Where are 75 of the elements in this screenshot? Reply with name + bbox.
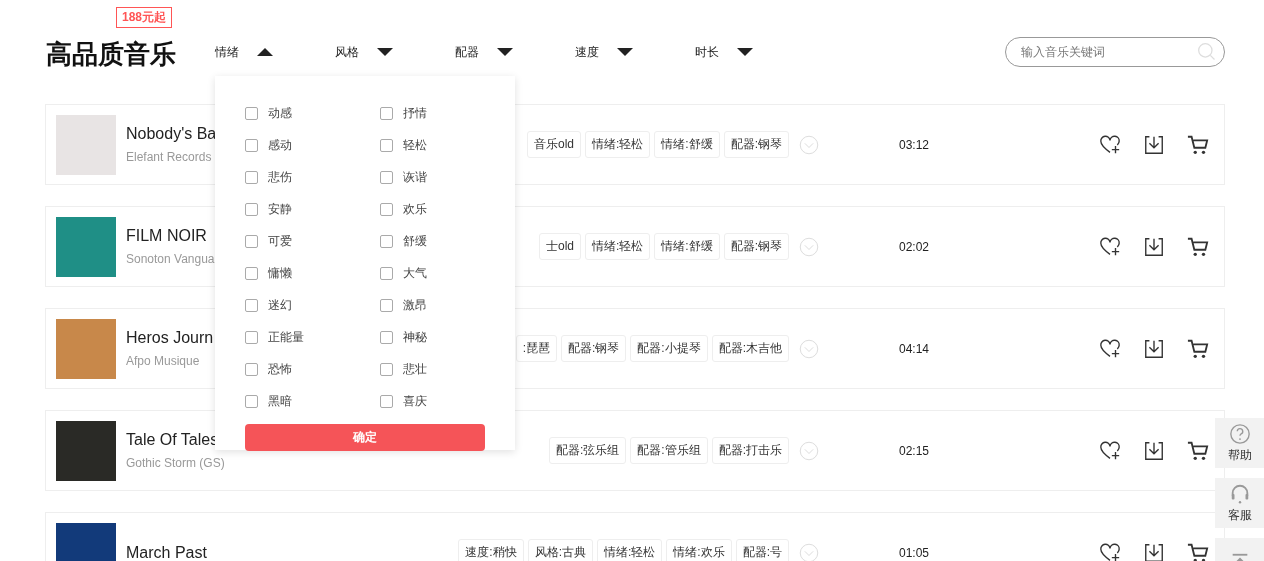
cart-icon[interactable]: [1187, 337, 1209, 360]
checkbox-option[interactable]: 轻松: [380, 136, 515, 154]
duration: 02:02: [899, 239, 931, 254]
help-icon: [1228, 422, 1251, 445]
tag[interactable]: 音乐old: [526, 131, 581, 158]
tag[interactable]: 士old: [538, 233, 581, 260]
tag[interactable]: 情绪:舒缓: [654, 233, 720, 260]
artist-name: Afpo Musique: [126, 354, 201, 368]
side-service-button[interactable]: 客服: [1215, 478, 1264, 528]
checkbox-option[interactable]: 诙谐: [380, 168, 515, 186]
checkbox-option[interactable]: 激昂: [380, 296, 515, 314]
checkbox-option[interactable]: 大气: [380, 264, 515, 282]
filter-dropdown[interactable]: 情绪: [215, 43, 335, 61]
download-icon[interactable]: [1143, 133, 1165, 156]
checkbox-option[interactable]: 正能量: [245, 328, 380, 346]
heart-plus-icon[interactable]: [1099, 337, 1121, 360]
duration: 03:12: [899, 137, 931, 152]
tag[interactable]: 情绪:轻松: [596, 539, 663, 561]
cart-icon[interactable]: [1187, 235, 1209, 258]
tag[interactable]: 情绪:欢乐: [666, 539, 732, 561]
checkbox-option[interactable]: 迷幻: [245, 296, 380, 314]
tag[interactable]: 配器:钢琴: [723, 131, 789, 158]
side-help-button[interactable]: 帮助: [1215, 418, 1264, 468]
artist-name: Gothic Storm (GS): [126, 456, 226, 470]
track-title[interactable]: March Past: [126, 543, 274, 561]
cart-icon[interactable]: [1187, 439, 1209, 462]
cart-icon[interactable]: [1187, 541, 1209, 561]
checkbox-option[interactable]: 感动: [245, 136, 380, 154]
checkbox-option[interactable]: 悲伤: [245, 168, 380, 186]
download-icon[interactable]: [1143, 439, 1165, 462]
price-badge: 188元起: [116, 6, 173, 28]
heart-plus-icon[interactable]: [1099, 235, 1121, 258]
heart-plus-icon[interactable]: [1099, 133, 1121, 156]
tag[interactable]: 配器:小提琴: [630, 335, 708, 362]
page-title: 高品质音乐: [46, 37, 177, 71]
filter-dropdown[interactable]: 配器: [455, 43, 575, 61]
filter-dropdown[interactable]: 风格: [335, 43, 455, 61]
download-icon[interactable]: [1143, 337, 1165, 360]
tag[interactable]: 风格:古典: [527, 539, 593, 561]
tag[interactable]: 情绪:轻松: [584, 233, 651, 260]
duration: 01:05: [899, 545, 931, 560]
search-field[interactable]: 输入音乐关键词: [1005, 37, 1225, 67]
tag[interactable]: 配器:钢琴: [723, 233, 789, 260]
checkbox-option[interactable]: 安静: [245, 200, 380, 218]
filter-dropdown[interactable]: 速度: [575, 43, 695, 61]
checkbox-option[interactable]: 欢乐: [380, 200, 515, 218]
checkbox-option[interactable]: 抒情: [380, 104, 515, 122]
tag[interactable]: 配器:打击乐: [711, 437, 789, 464]
tag[interactable]: 配器:木吉他: [711, 335, 789, 362]
checkbox-option[interactable]: 可爱: [245, 232, 380, 250]
tag[interactable]: 配器:号: [735, 539, 789, 561]
heart-plus-icon[interactable]: [1099, 541, 1121, 561]
cart-icon[interactable]: [1187, 133, 1209, 156]
checkbox-option[interactable]: 神秘: [380, 328, 515, 346]
duration: 02:15: [899, 443, 931, 458]
checkbox-option[interactable]: 喜庆: [380, 392, 515, 410]
tag[interactable]: 速度:稍快: [458, 539, 524, 561]
checkbox-option[interactable]: 恐怖: [245, 360, 380, 378]
tag[interactable]: 情绪:舒缓: [654, 131, 720, 158]
checkbox-option[interactable]: 慵懒: [245, 264, 380, 282]
checkbox-option[interactable]: 动感: [245, 104, 380, 122]
artist-name: Sonoton Vangua: [126, 252, 216, 266]
duration: 04:14: [899, 341, 931, 356]
download-icon[interactable]: [1143, 541, 1165, 561]
checkbox-option[interactable]: 舒缓: [380, 232, 515, 250]
tag[interactable]: 情绪:轻松: [584, 131, 651, 158]
checkbox-option[interactable]: 黑暗: [245, 392, 380, 410]
download-icon[interactable]: [1143, 235, 1165, 258]
filter-dropdown[interactable]: 时长: [695, 43, 815, 61]
tag[interactable]: 配器:管乐组: [630, 437, 708, 464]
tag[interactable]: 配器:弦乐组: [548, 437, 627, 464]
checkbox-option[interactable]: 悲壮: [380, 360, 515, 378]
tag[interactable]: 配器:钢琴: [560, 335, 627, 362]
artist-name: Elefant Records: [126, 150, 213, 164]
heart-plus-icon[interactable]: [1099, 439, 1121, 462]
